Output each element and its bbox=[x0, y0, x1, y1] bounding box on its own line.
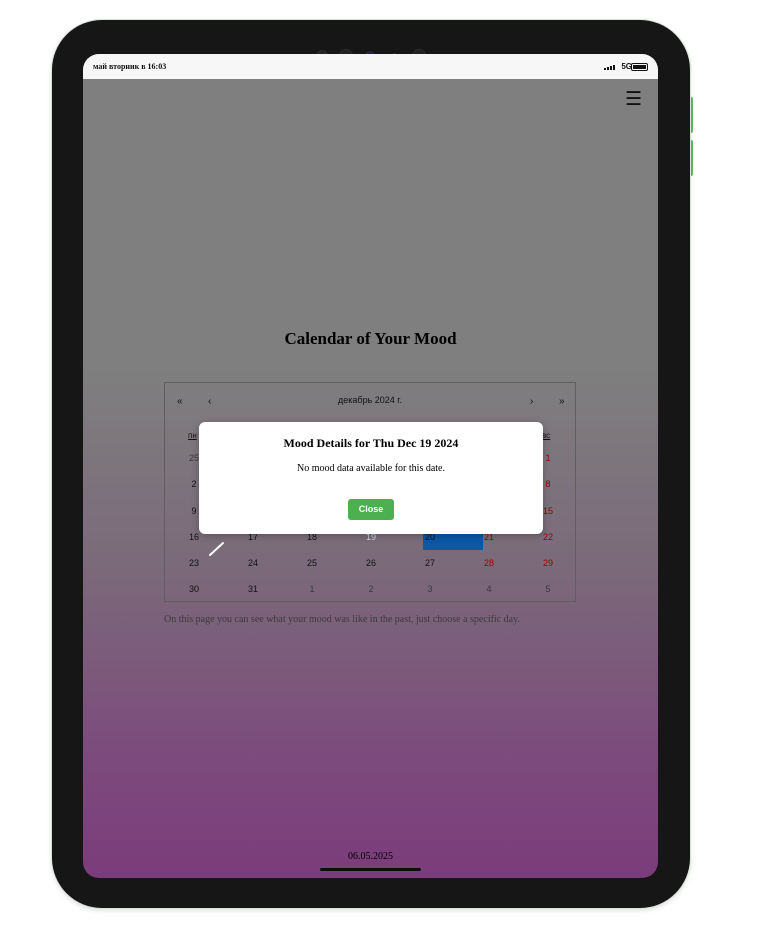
footer-date: 06.05.2025 bbox=[348, 851, 393, 862]
calendar-day[interactable]: 29 bbox=[519, 558, 577, 568]
calendar-day[interactable]: 23 bbox=[165, 558, 223, 568]
signal-icon bbox=[604, 65, 615, 70]
calendar-month-label[interactable]: декабрь 2024 г. bbox=[165, 395, 575, 405]
status-time: май вторник в 16:03 bbox=[93, 62, 167, 71]
next-year-button[interactable]: » bbox=[559, 396, 565, 407]
battery-icon bbox=[631, 63, 648, 71]
next-month-button[interactable]: › bbox=[530, 396, 533, 407]
home-indicator bbox=[320, 868, 421, 871]
calendar-day[interactable]: 3 bbox=[401, 584, 459, 594]
calendar-day[interactable]: 4 bbox=[460, 584, 518, 594]
calendar-day[interactable]: 24 bbox=[224, 558, 282, 568]
calendar-day[interactable]: 2 bbox=[342, 584, 400, 594]
calendar-day[interactable]: 27 bbox=[401, 558, 459, 568]
pointer-cursor-icon bbox=[209, 542, 224, 556]
status-bar: май вторник в 16:03 5G bbox=[83, 54, 658, 79]
page-title: Calendar of Your Mood bbox=[284, 329, 457, 348]
mood-details-modal: Mood Details for Thu Dec 19 2024 No mood… bbox=[199, 422, 543, 534]
calendar-day[interactable]: 31 bbox=[224, 584, 282, 594]
hamburger-menu-icon[interactable]: ☰ bbox=[625, 88, 642, 110]
calendar-day[interactable]: 28 bbox=[460, 558, 518, 568]
modal-title: Mood Details for Thu Dec 19 2024 bbox=[283, 436, 459, 450]
page-description: On this page you can see what your mood … bbox=[164, 614, 520, 625]
calendar-day[interactable]: 5 bbox=[519, 584, 577, 594]
modal-message: No mood data available for this date. bbox=[296, 463, 445, 474]
weekday-mon: пн bbox=[188, 431, 197, 440]
close-button[interactable]: Close bbox=[348, 499, 394, 520]
calendar-day[interactable]: 1 bbox=[283, 584, 341, 594]
calendar-day[interactable]: 25 bbox=[283, 558, 341, 568]
app-screen: май вторник в 16:03 5G ☰ Calendar of You… bbox=[83, 54, 658, 878]
weekday-sun: вс bbox=[542, 431, 551, 440]
calendar-day[interactable]: 30 bbox=[165, 584, 223, 594]
calendar-day[interactable]: 26 bbox=[342, 558, 400, 568]
